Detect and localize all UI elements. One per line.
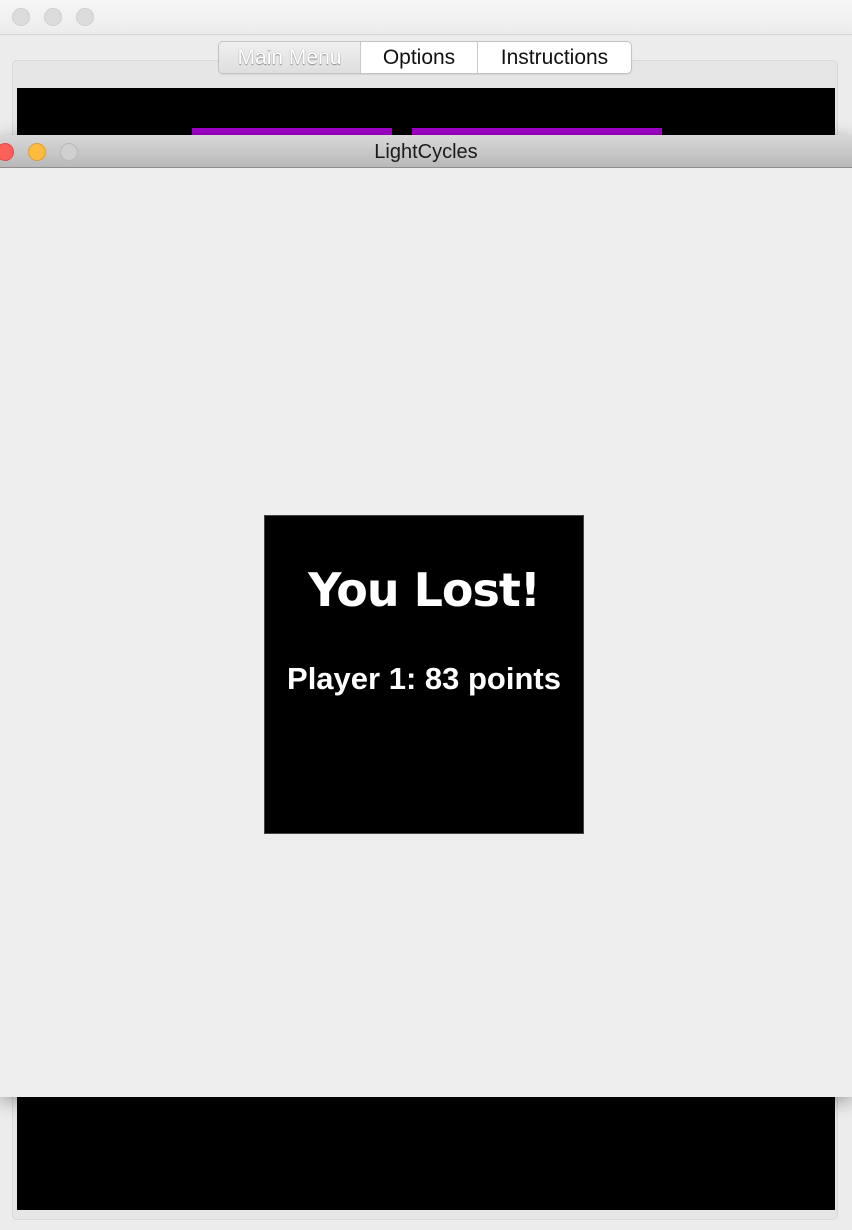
game-banner-panel xyxy=(17,88,835,138)
result-heading: You Lost! xyxy=(308,563,541,617)
result-dialog: LightCycles You Lost! Player 1: 83 point… xyxy=(0,135,852,1097)
tab-bar: Main Menu Options Instructions xyxy=(218,41,632,74)
minimize-icon[interactable] xyxy=(44,8,62,26)
game-footer-panel xyxy=(17,1096,835,1210)
dialog-title: LightCycles xyxy=(374,141,478,163)
zoom-icon[interactable] xyxy=(76,8,94,26)
tab-options[interactable]: Options xyxy=(360,42,477,73)
tab-main-menu[interactable]: Main Menu xyxy=(219,42,360,73)
result-score: Player 1: 83 points xyxy=(287,661,561,696)
close-icon[interactable] xyxy=(12,8,30,26)
result-card: You Lost! Player 1: 83 points xyxy=(264,515,584,834)
dialog-titlebar: LightCycles xyxy=(0,135,852,168)
main-window-titlebar xyxy=(0,0,852,35)
tab-instructions[interactable]: Instructions xyxy=(477,42,631,73)
